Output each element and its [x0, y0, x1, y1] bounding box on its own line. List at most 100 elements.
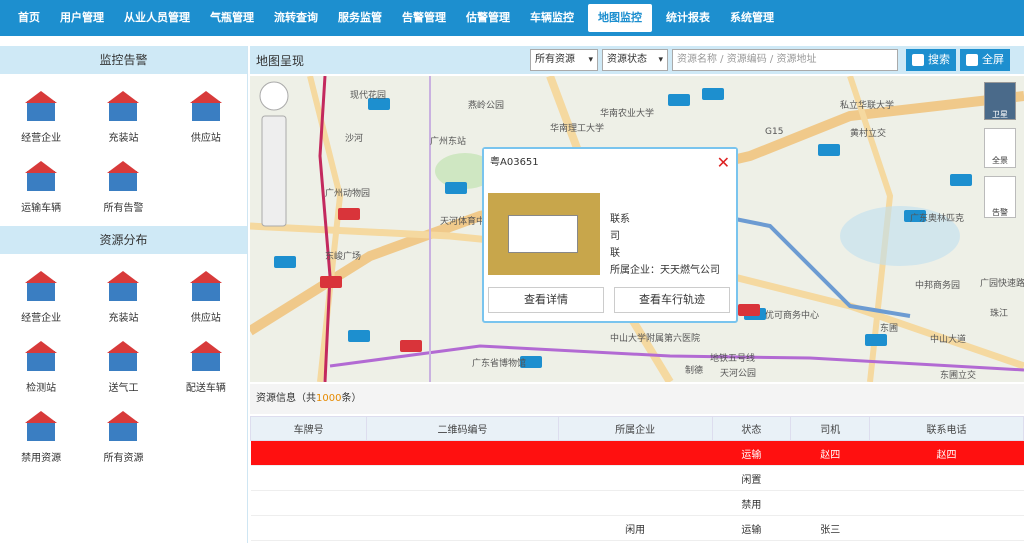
map-label: 现代花园 [350, 89, 386, 101]
map-label: 东峻广场 [325, 250, 361, 262]
nav-item[interactable]: 从业人员管理 [114, 0, 200, 36]
grid-item[interactable]: 配送车辆 [165, 330, 247, 400]
map-label: 制德 [685, 364, 703, 376]
nav-item[interactable]: 告警管理 [392, 0, 456, 36]
table-cell [869, 465, 1024, 491]
result-summary: 资源信息（共1000条） [250, 384, 1024, 414]
fullscreen-button[interactable]: 全屏 [960, 49, 1010, 71]
panorama-toggle[interactable]: 全景 [984, 128, 1016, 168]
nav-item[interactable]: 气瓶管理 [200, 0, 264, 36]
table-header[interactable]: 二维码编号 [366, 416, 559, 441]
map-label: 中山大学附属第六医院 [610, 332, 700, 344]
table-cell [790, 465, 870, 491]
alarm-toggle[interactable]: 告警 [984, 176, 1016, 218]
grid-item-label: 送气工 [108, 382, 139, 394]
nav-item[interactable]: 系统管理 [720, 0, 784, 36]
house-blue-icon [21, 267, 61, 305]
map-label: 黄村立交 [850, 127, 886, 139]
view-track-button[interactable]: 查看车行轨迹 [614, 287, 730, 313]
grid-item[interactable]: 送气工 [82, 330, 164, 400]
nav-item[interactable]: 统计报表 [656, 0, 720, 36]
table-cell [558, 465, 713, 491]
table-cell [366, 440, 559, 466]
grid-item[interactable]: 充装站 [82, 80, 164, 150]
grid-item[interactable]: 所有资源 [82, 400, 164, 470]
table-cell: 赵四 [790, 440, 870, 466]
table-cell [558, 440, 713, 466]
map-toolbar: 地图呈现 所有资源 资源状态 资源名称 / 资源编码 / 资源地址 搜索 全屏 [250, 46, 1024, 74]
search-icon [912, 54, 924, 66]
table-header[interactable]: 所属企业 [557, 416, 713, 441]
house-icon [186, 267, 226, 305]
close-icon[interactable]: ✕ [717, 153, 730, 172]
map-label: 地铁五号线 [710, 352, 755, 364]
nav-item[interactable]: 地图监控 [588, 4, 652, 32]
table-row[interactable]: 闲用 运输 张三 [250, 515, 1024, 541]
view-detail-button[interactable]: 查看详情 [488, 287, 604, 313]
table-header[interactable]: 司机 [790, 416, 871, 441]
fullscreen-icon [966, 54, 978, 66]
grid-item[interactable]: 经营企业 [0, 80, 82, 150]
nav-item[interactable]: 首页 [8, 0, 50, 36]
satellite-toggle[interactable]: 卫星 [984, 82, 1016, 120]
table-header[interactable]: 车牌号 [250, 416, 368, 441]
nav-item[interactable]: 估警管理 [456, 0, 520, 36]
search-input[interactable]: 资源名称 / 资源编码 / 资源地址 [672, 49, 898, 71]
table-cell: 运输 [712, 440, 791, 466]
resource-section-title: 资源分布 [0, 226, 247, 254]
grid-item[interactable]: 禁用资源 [0, 400, 82, 470]
table-cell: 禁用 [712, 490, 791, 516]
grid-item[interactable]: 充装站 [82, 260, 164, 330]
building-icon [103, 407, 143, 445]
map-label: 燕岭公园 [468, 99, 504, 111]
status-select[interactable]: 资源状态 [602, 49, 668, 71]
grid-item-label: 供应站 [190, 132, 221, 144]
table-row[interactable]: 禁用 [250, 490, 1024, 516]
nav-item[interactable]: 流转查询 [264, 0, 328, 36]
grid-item[interactable]: 运输车辆 [0, 150, 82, 220]
table-cell: 赵四 [869, 440, 1024, 466]
factory-icon [103, 267, 143, 305]
truck-icon [186, 337, 226, 375]
table-header[interactable]: 联系电话 [869, 416, 1024, 441]
map-label: 华南理工大学 [550, 122, 604, 134]
table-row[interactable]: 闲置 [250, 465, 1024, 491]
popup-title: 粤A03651 [484, 149, 736, 177]
worker-icon [103, 337, 143, 375]
grid-item[interactable]: 供应站 [165, 260, 247, 330]
vehicle-photo [488, 193, 600, 275]
table-row[interactable]: 运输 赵四 赵四 [250, 440, 1024, 466]
grid-item-label: 检测站 [26, 382, 57, 394]
table-cell [869, 515, 1024, 541]
nav-item[interactable]: 车辆监控 [520, 0, 584, 36]
map-label: 沙河 [345, 132, 363, 144]
nav-item[interactable]: 服务监管 [328, 0, 392, 36]
grid-item-label: 禁用资源 [21, 452, 62, 464]
grid-item[interactable]: 供应站 [165, 80, 247, 150]
table-cell [869, 490, 1024, 516]
grid-item[interactable]: 检测站 [0, 330, 82, 400]
monitor-grid: 经营企业 充装站 供应站运输车辆 所有告警 [0, 74, 247, 226]
map-title: 地图呈现 [256, 53, 305, 68]
grid-item[interactable]: 经营企业 [0, 260, 82, 330]
nav-item[interactable]: 用户管理 [50, 0, 114, 36]
map-label: 中山大道 [930, 333, 966, 345]
map-pan-control[interactable] [259, 81, 289, 111]
table-header[interactable]: 状态 [711, 416, 792, 441]
grid-item[interactable]: 所有告警 [82, 150, 164, 220]
popup-driver: 司 [610, 231, 620, 242]
vehicle-popup: 粤A03651 ✕ 联系 司 联 所属企业：天天燃气公司 查看详情 查看车行轨迹 [482, 147, 738, 323]
table-cell [250, 440, 367, 466]
grid-item-label: 配送车辆 [185, 382, 226, 394]
grid-item-label: 所有资源 [103, 452, 144, 464]
map-label: 珠江 [990, 307, 1008, 319]
resource-select[interactable]: 所有资源 [530, 49, 598, 71]
map-label: 优可商务中心 [765, 309, 819, 321]
table-cell [366, 490, 559, 516]
popup-contact: 联系 [610, 214, 630, 225]
grid-item-label: 充装站 [108, 132, 139, 144]
search-button[interactable]: 搜索 [906, 49, 956, 71]
table-cell [558, 490, 713, 516]
table-cell: 闲置 [712, 465, 791, 491]
monitor-section-title: 监控告警 [0, 46, 247, 74]
